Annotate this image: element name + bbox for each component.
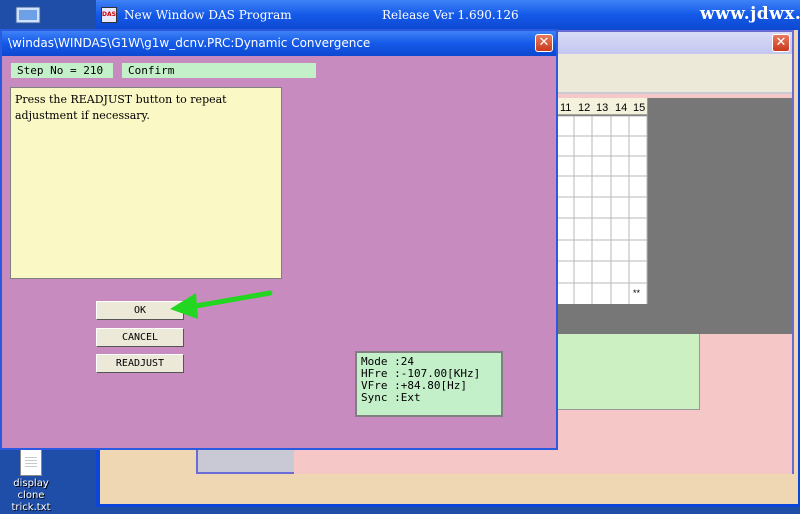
das-logo-icon: DAS [101,7,117,23]
release-version: Release Ver 1.690.126 [382,8,519,22]
dialog-title-bar[interactable]: \windas\WINDAS\G1W\g1w_dcnv.PRC:Dynamic … [2,31,556,56]
grid-header-15: 15 [633,102,645,114]
cancel-button[interactable]: CANCEL [96,328,184,347]
dialog-close-icon[interactable]: ✕ [535,34,553,52]
main-window-title: New Window DAS Program [124,8,292,22]
signal-info-panel: Mode :24 HFre :-107.00[KHz] VFre :+84.80… [355,351,503,417]
close-icon[interactable]: ✕ [772,34,790,52]
readjust-button[interactable]: READJUST [96,354,184,373]
convergence-grid: 11 12 13 14 15 ** [556,98,648,304]
step-number: Step No = 210 [11,63,113,78]
grid-header-12: 12 [578,102,590,114]
green-arrow-icon [170,290,273,319]
dynamic-convergence-dialog: \windas\WINDAS\G1W\g1w_dcnv.PRC:Dynamic … [0,29,558,450]
grid-marker: ** [633,288,641,298]
grid-header-14: 14 [615,102,627,114]
main-title-bar[interactable]: DAS New Window DAS Program Release Ver 1… [96,0,800,30]
desktop-file-label[interactable]: display clone trick.txt [0,478,62,514]
watermark: www.jdwx.cn [700,4,800,24]
grid-header-11: 11 [560,102,571,114]
step-status: Confirm [122,63,316,78]
dialog-title: \windas\WINDAS\G1W\g1w_dcnv.PRC:Dynamic … [8,36,371,50]
desktop-icon[interactable] [14,4,44,28]
instruction-message: Press the READJUST button to repeat adju… [10,87,282,279]
grid-header-13: 13 [596,102,608,114]
text-file-icon[interactable] [20,448,42,476]
info-sync: Sync :Ext [361,391,421,404]
